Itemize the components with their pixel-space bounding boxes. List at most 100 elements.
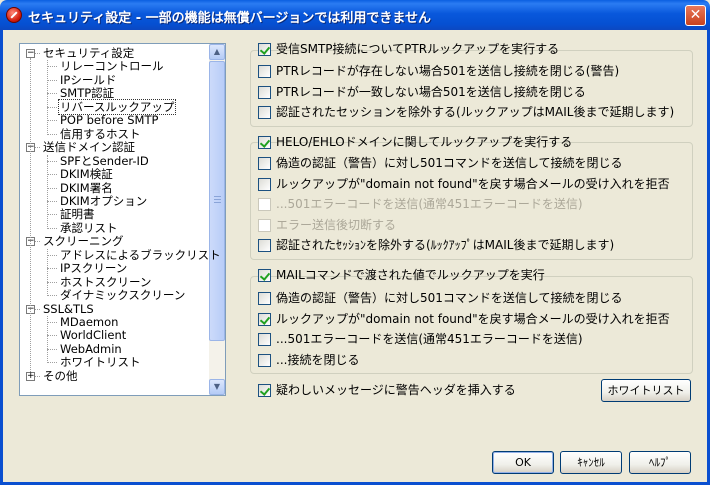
tree-item[interactable]: ホワイトリスト <box>59 356 142 369</box>
tree-item[interactable]: ダイナミックスクリーン <box>59 289 186 302</box>
tree-item-label: 証明書 <box>60 207 95 222</box>
tree-connector <box>47 106 57 108</box>
help-button[interactable]: ﾍﾙﾌﾟ <box>629 451 691 474</box>
tree-item[interactable]: 送信ドメイン認証 <box>42 141 136 154</box>
mail-option-checkbox[interactable] <box>258 333 271 346</box>
mail-option-checkbox[interactable] <box>258 292 271 305</box>
tree-item[interactable]: MDaemon <box>59 316 119 329</box>
tree-item[interactable]: IPシールド <box>59 73 117 87</box>
mail-option-checkbox[interactable] <box>258 312 271 326</box>
collapse-icon[interactable]: − <box>26 49 35 58</box>
tree-item[interactable]: WebAdmin <box>59 342 123 356</box>
tree-item[interactable]: POP before SMTP <box>59 114 159 127</box>
tree-item[interactable]: 証明書 <box>59 208 96 221</box>
tree-item[interactable]: リレーコントロール <box>59 60 165 73</box>
tree-connector <box>47 200 57 202</box>
tree-item-label: MDaemon <box>60 315 119 329</box>
ptr-option-checkbox[interactable] <box>258 85 271 99</box>
tree-item[interactable]: DKIM署名 <box>59 180 114 195</box>
helo-option-label: 偽造の認証（警告）に対し501コマンドを送信して接続を閉じる <box>276 156 623 170</box>
expand-icon[interactable]: + <box>26 371 35 381</box>
ptr-lookup-label: 受信SMTP接続についてPTRルックアップを実行する <box>276 42 560 56</box>
tree-item-label: SSL&TLS <box>43 301 94 316</box>
ptr-option-label: PTRレコードが存在しない場合501を送信し接続を閉じる(警告) <box>276 64 620 78</box>
cancel-button[interactable]: ｷｬﾝｾﾙ <box>560 451 622 474</box>
title-bar[interactable]: セキュリティ設定 - 一部の機能は無償バージョンでは利用できません ✕ <box>0 0 710 30</box>
tree-connector <box>47 120 57 122</box>
grip-line <box>214 196 221 197</box>
helo-option-label: 認証されたｾｯｼｮﾝを除外する(ﾙｯｸｱｯﾌﾟはMAIL後まで延期します) <box>276 238 615 252</box>
tree-item[interactable]: DKIMオプション <box>59 194 148 208</box>
ptr-lookup-checkbox[interactable] <box>258 43 271 56</box>
helo-option-label: ルックアップが"domain not found"を戻す場合メールの受け入れを拒… <box>276 176 670 191</box>
tree-connector <box>47 316 48 364</box>
mail-lookup-toggle[interactable]: MAILコマンドで渡された値でルックアップを実行 <box>258 267 545 283</box>
app-icon <box>6 7 22 23</box>
tree-item[interactable]: IPスクリーン <box>59 262 128 275</box>
tree-connector <box>47 335 57 337</box>
tree-item[interactable]: SPFとSender-ID <box>59 154 150 168</box>
tree-item[interactable]: SMTP認証 <box>59 87 115 100</box>
helo-lookup-toggle[interactable]: HELO/EHLOドメインに関してルックアップを実行する <box>258 134 572 150</box>
scroll-down-button[interactable]: ▼ <box>209 379 225 395</box>
tree-item[interactable]: 信用するホスト <box>59 126 142 141</box>
mail-option-checkbox[interactable] <box>258 353 271 367</box>
helo-option-checkbox <box>258 198 271 211</box>
mail-lookup-checkbox[interactable] <box>258 269 271 282</box>
scroll-thumb[interactable] <box>209 61 225 341</box>
tree-item[interactable]: 承認リスト <box>59 220 119 235</box>
tree-item-label: その他 <box>43 368 78 383</box>
window-frame-left <box>0 30 3 485</box>
tree-item[interactable]: WorldClient <box>59 329 127 342</box>
tree-item[interactable]: その他 <box>42 368 79 383</box>
tree-item-label: 承認リスト <box>60 220 118 235</box>
scroll-up-button[interactable]: ▲ <box>209 44 225 60</box>
tree-item[interactable]: SSL&TLS <box>42 301 95 316</box>
whitelist-button[interactable]: ホワイトリスト <box>601 379 691 402</box>
tree-connector <box>30 58 31 372</box>
helo-option-checkbox <box>258 218 271 232</box>
tree-item-label: セキュリティ設定 <box>43 46 135 60</box>
tree-connector <box>47 154 48 229</box>
tree-item-label: WorldClient <box>60 328 127 343</box>
helo-lookup-label: HELO/EHLOドメインに関してルックアップを実行する <box>276 135 573 149</box>
mail-option-label: 偽造の認証（警告）に対し501コマンドを送信して接続を閉じる <box>276 291 623 305</box>
tree-connector <box>47 295 57 297</box>
ok-button[interactable]: OK <box>492 451 554 474</box>
tree-item[interactable]: ホストスクリーン <box>59 275 152 289</box>
close-button[interactable]: ✕ <box>685 5 706 26</box>
tree-connector <box>47 254 57 256</box>
tree-connector <box>47 174 57 176</box>
tree-connector <box>47 268 57 270</box>
mail-lookup-label: MAILコマンドで渡された値でルックアップを実行 <box>276 268 545 282</box>
helo-option-checkbox[interactable] <box>258 239 271 252</box>
tree-item-label: SMTP認証 <box>60 86 115 101</box>
tree-connector <box>47 160 57 162</box>
ptr-option-checkbox[interactable] <box>258 65 271 78</box>
window-title: セキュリティ設定 - 一部の機能は無償バージョンでは利用できません <box>28 11 432 26</box>
tree-connector <box>47 93 57 95</box>
settings-tree[interactable]: ▲ ▼ セキュリティ設定 − リレーコントロール IPシールド SMTP認証 リバースルッ… <box>19 43 226 396</box>
tree-connector <box>47 214 57 216</box>
mail-option-label: ...接続を閉じる <box>276 352 360 367</box>
helo-option-label: エラー送信後切断する <box>276 217 397 232</box>
tree-connector <box>35 308 40 310</box>
helo-option-checkbox[interactable] <box>258 177 271 191</box>
helo-option-checkbox[interactable] <box>258 157 271 170</box>
tree-item[interactable]: DKIM検証 <box>59 168 114 181</box>
ptr-option-checkbox[interactable] <box>258 106 271 119</box>
tree-connector <box>47 248 48 297</box>
tree-item-label: 信用するホスト <box>60 126 141 141</box>
tree-item-label: スクリーニング <box>43 234 124 249</box>
tree-connector <box>47 322 57 323</box>
tree-item-label: DKIM署名 <box>60 180 113 195</box>
tree-item[interactable]: リバースルックアップ <box>57 98 177 115</box>
grip-line <box>214 199 221 200</box>
ptr-lookup-toggle[interactable]: 受信SMTP接続についてPTRルックアップを実行する <box>258 41 559 57</box>
tree-scrollbar[interactable]: ▲ ▼ <box>209 44 225 395</box>
tree-item[interactable]: スクリーニング <box>42 235 125 248</box>
helo-lookup-checkbox[interactable] <box>258 136 271 149</box>
tree-item[interactable]: セキュリティ設定 <box>42 47 135 60</box>
warning-header-checkbox[interactable] <box>258 384 271 397</box>
tree-item[interactable]: アドレスによるブラックリスト <box>59 248 222 262</box>
